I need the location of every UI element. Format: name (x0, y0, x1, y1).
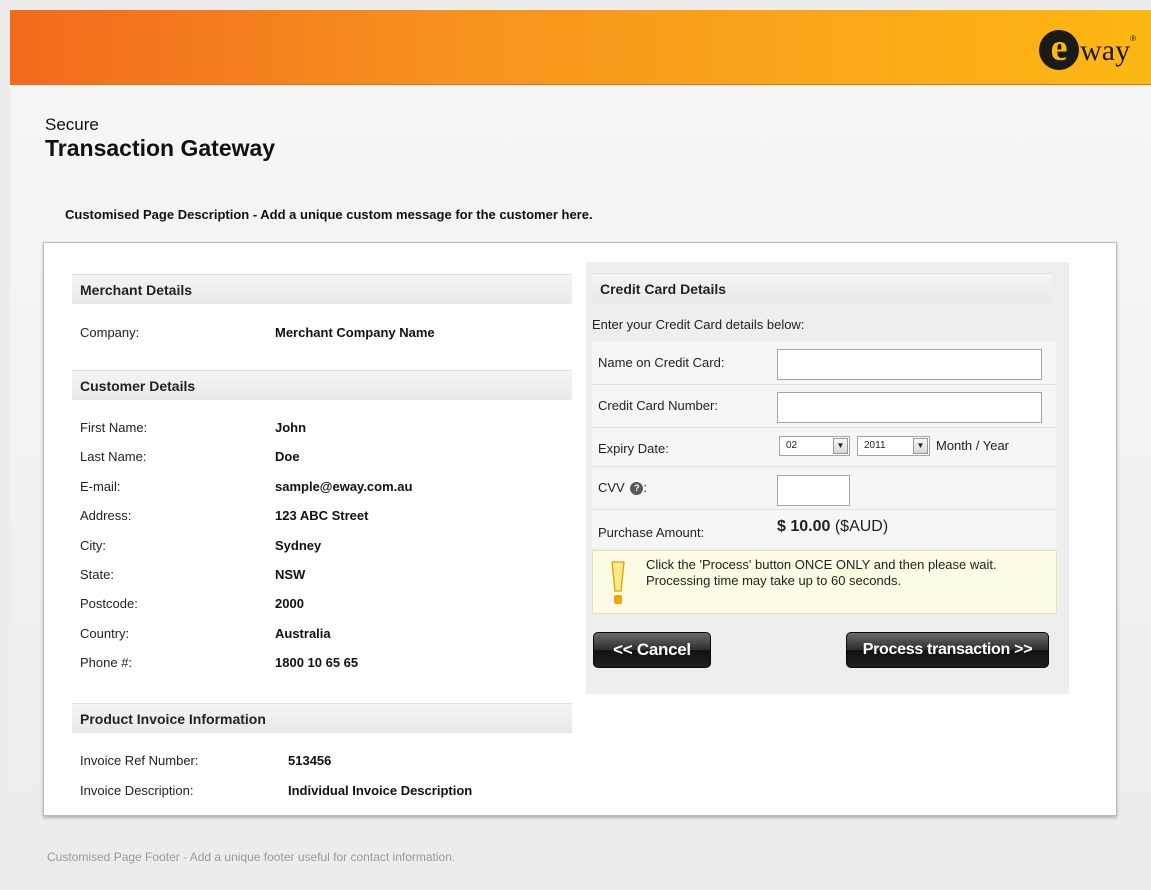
cvv-label-text: CVV (598, 480, 625, 495)
field-value: 123 ABC Street (275, 508, 369, 523)
page-description: Customised Page Description - Add a uniq… (65, 207, 593, 222)
field-label: State: (80, 567, 114, 582)
expiry-month-value: 02 (786, 440, 798, 451)
customer-email-row: E-mail: sample@eway.com.au (80, 478, 560, 496)
customer-postcode-row: Postcode: 2000 (80, 595, 560, 613)
card-name-label: Name on Credit Card: (598, 355, 725, 370)
field-label: Postcode: (80, 596, 138, 611)
card-name-input[interactable] (777, 349, 1042, 380)
expiry-hint: Month / Year (936, 438, 1009, 453)
header-banner: e way ® (10, 10, 1151, 85)
processing-notice: Click the 'Process' button ONCE ONLY and… (592, 550, 1057, 614)
field-value: 2000 (275, 596, 304, 611)
notice-line-2: Processing time may take up to 60 second… (646, 573, 902, 588)
field-value: 513456 (288, 753, 332, 768)
notice-line-1: Click the 'Process' button ONCE ONLY and… (646, 557, 997, 572)
field-label: Invoice Description: (80, 783, 194, 798)
cvv-input[interactable] (777, 475, 850, 506)
amount-row: Purchase Amount: $ 10.00 ($AUD) (592, 510, 1056, 548)
credit-card-intro: Enter your Credit Card details below: (592, 317, 805, 332)
customer-state-row: State: NSW (80, 566, 560, 584)
customer-address-row: Address: 123 ABC Street (80, 507, 560, 525)
expiry-year-value: 2011 (864, 440, 886, 451)
field-value: Australia (275, 626, 331, 641)
invoice-description-row: Invoice Description: Individual Invoice … (80, 782, 560, 800)
field-label: First Name: (80, 420, 148, 435)
invoice-info-heading: Product Invoice Information (72, 703, 572, 733)
cvv-label-colon: : (643, 480, 647, 495)
credit-card-heading: Credit Card Details (592, 273, 1052, 303)
card-number-label: Credit Card Number: (598, 398, 718, 413)
help-icon[interactable]: ? (630, 482, 644, 495)
field-label: Last Name: (80, 449, 147, 464)
cvv-label: CVV ?: (598, 480, 647, 495)
field-value: Sydney (275, 538, 322, 553)
customer-details-heading: Customer Details (72, 370, 572, 400)
field-value: Individual Invoice Description (288, 783, 473, 798)
field-label: Address: (80, 508, 132, 523)
eway-logo-mark: e (1039, 29, 1080, 70)
cancel-button[interactable]: << Cancel (593, 632, 711, 668)
field-value: Doe (275, 449, 300, 464)
chevron-down-icon: ▼ (913, 438, 928, 454)
customer-country-row: Country: Australia (80, 625, 560, 643)
page-title-secure: Secure (45, 115, 99, 134)
amount-label: Purchase Amount: (598, 525, 705, 540)
field-label: Company: (80, 325, 140, 340)
expiry-label: Expiry Date: (598, 441, 669, 456)
warning-icon (611, 561, 625, 604)
expiry-year-select[interactable]: 2011 ▼ (857, 436, 930, 456)
field-label: Phone #: (80, 655, 133, 670)
field-value: 1800 10 65 65 (275, 655, 359, 670)
field-label: E-mail: (80, 479, 121, 494)
customer-first-name-row: First Name: John (80, 419, 560, 437)
chevron-down-icon: ▼ (833, 438, 848, 454)
field-label: Invoice Ref Number: (80, 753, 199, 768)
field-value: NSW (275, 567, 306, 582)
field-label: City: (80, 538, 106, 553)
eway-logo: e way ® (1039, 26, 1136, 70)
amount-display: $ 10.00 ($AUD) (777, 518, 888, 536)
amount-value: $ 10.00 (777, 518, 831, 535)
merchant-details-heading: Merchant Details (72, 274, 572, 304)
customer-last-name-row: Last Name: Doe (80, 448, 560, 466)
customer-phone-row: Phone #: 1800 10 65 65 (80, 654, 560, 672)
amount-currency: ($AUD) (834, 518, 889, 535)
page-footer: Customised Page Footer - Add a unique fo… (47, 850, 456, 864)
invoice-ref-row: Invoice Ref Number: 513456 (80, 752, 560, 770)
field-label: Country: (80, 626, 130, 641)
eway-logo-text: way (1080, 34, 1131, 67)
card-number-input[interactable] (777, 392, 1042, 423)
merchant-company-row: Company: Merchant Company Name (80, 324, 560, 342)
notice-text: Click the 'Process' button ONCE ONLY and… (646, 557, 997, 589)
customer-city-row: City: Sydney (80, 537, 560, 555)
registered-mark: ® (1130, 33, 1136, 43)
field-value: sample@eway.com.au (275, 479, 413, 494)
expiry-month-select[interactable]: 02 ▼ (779, 436, 850, 456)
field-value: John (275, 420, 307, 435)
process-transaction-button[interactable]: Process transaction >> (846, 632, 1049, 668)
field-value: Merchant Company Name (275, 325, 435, 340)
page-title: Transaction Gateway (45, 135, 276, 161)
